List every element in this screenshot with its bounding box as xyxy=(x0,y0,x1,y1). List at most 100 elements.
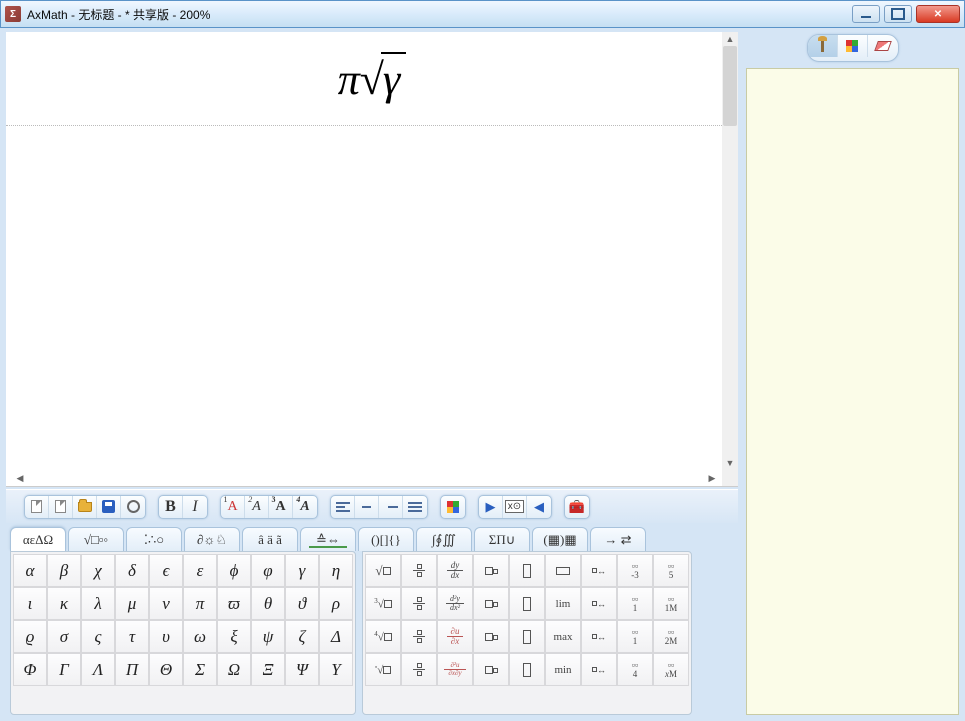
greek-ρ[interactable]: ρ xyxy=(319,587,353,620)
open-button[interactable] xyxy=(73,496,97,518)
next-button[interactable]: ◀ xyxy=(527,496,551,518)
math-template-cell[interactable] xyxy=(401,620,437,653)
greek-Ψ[interactable]: Ψ xyxy=(285,653,319,686)
greek-α[interactable]: α xyxy=(13,554,47,587)
right-color-button[interactable] xyxy=(838,35,868,57)
math-template-cell[interactable]: ↔ xyxy=(581,620,617,653)
align-right-button[interactable] xyxy=(379,496,403,518)
tab-bracket[interactable]: ()[]{} xyxy=(358,527,414,551)
font-style-3-button[interactable]: 3A xyxy=(269,496,293,518)
greek-Φ[interactable]: Φ xyxy=(13,653,47,686)
greek-ξ[interactable]: ξ xyxy=(217,620,251,653)
math-template-cell[interactable] xyxy=(545,554,581,587)
prev-button[interactable]: ▶ xyxy=(479,496,503,518)
math-template-cell[interactable]: ▫▫xM xyxy=(653,653,689,686)
math-template-cell[interactable] xyxy=(401,653,437,686)
math-template-cell[interactable]: ▫▫4 xyxy=(617,653,653,686)
math-template-cell[interactable]: min xyxy=(545,653,581,686)
greek-Γ[interactable]: Γ xyxy=(47,653,81,686)
greek-υ[interactable]: υ xyxy=(149,620,183,653)
tab-accent[interactable]: â ä ã xyxy=(242,527,298,551)
new-doc-button[interactable] xyxy=(25,496,49,518)
math-template-cell[interactable]: ↔ xyxy=(581,653,617,686)
align-center-button[interactable] xyxy=(355,496,379,518)
tab-sum[interactable]: ΣΠ∪ xyxy=(474,527,530,551)
greek-Θ[interactable]: Θ xyxy=(149,653,183,686)
toolbox-button[interactable]: 🧰 xyxy=(565,496,589,518)
close-button[interactable] xyxy=(916,5,960,23)
greek-Υ[interactable]: Υ xyxy=(319,653,353,686)
math-template-cell[interactable]: ▫▫5 xyxy=(653,554,689,587)
greek-λ[interactable]: λ xyxy=(81,587,115,620)
maximize-button[interactable] xyxy=(884,5,912,23)
greek-γ[interactable]: γ xyxy=(285,554,319,587)
math-template-cell[interactable]: ↔ xyxy=(581,587,617,620)
greek-Λ[interactable]: Λ xyxy=(81,653,115,686)
greek-ψ[interactable]: ψ xyxy=(251,620,285,653)
math-template-cell[interactable]: lim xyxy=(545,587,581,620)
math-template-cell[interactable] xyxy=(473,653,509,686)
greek-Π[interactable]: Π xyxy=(115,653,149,686)
greek-ν[interactable]: ν xyxy=(149,587,183,620)
scroll-right-icon[interactable]: ▶ xyxy=(704,470,720,486)
math-template-cell[interactable]: ▫▫-3 xyxy=(617,554,653,587)
greek-χ[interactable]: χ xyxy=(81,554,115,587)
save-button[interactable] xyxy=(97,496,121,518)
greek-ϵ[interactable]: ϵ xyxy=(149,554,183,587)
math-template-cell[interactable] xyxy=(401,587,437,620)
greek-ϑ[interactable]: ϑ xyxy=(285,587,319,620)
font-style-1-button[interactable]: 1A xyxy=(221,496,245,518)
blank-doc-button[interactable] xyxy=(49,496,73,518)
scroll-up-icon[interactable]: ▲ xyxy=(722,32,738,46)
math-template-cell[interactable] xyxy=(509,653,545,686)
tab-radical[interactable]: √□▫◦ xyxy=(68,527,124,551)
greek-ϖ[interactable]: ϖ xyxy=(217,587,251,620)
greek-ι[interactable]: ι xyxy=(13,587,47,620)
greek-ϕ[interactable]: ϕ xyxy=(217,554,251,587)
editor-area[interactable]: π√γ ▲ ▼ ◀ ▶ xyxy=(6,32,738,487)
greek-φ[interactable]: φ xyxy=(251,554,285,587)
greek-π[interactable]: π xyxy=(183,587,217,620)
scroll-down-icon[interactable]: ▼ xyxy=(722,456,738,470)
math-template-cell[interactable] xyxy=(509,554,545,587)
minimize-button[interactable] xyxy=(852,5,880,23)
tab-partial[interactable]: ∂☼♘ xyxy=(184,527,240,551)
math-template-cell[interactable] xyxy=(509,587,545,620)
scroll-thumb[interactable] xyxy=(723,46,737,126)
math-template-cell[interactable]: ↔ xyxy=(581,554,617,587)
greek-μ[interactable]: μ xyxy=(115,587,149,620)
math-template-cell[interactable]: dydx xyxy=(437,554,473,587)
math-template-cell[interactable]: 3√ xyxy=(365,587,401,620)
greek-ε[interactable]: ε xyxy=(183,554,217,587)
greek-Δ[interactable]: Δ xyxy=(319,620,353,653)
greek-δ[interactable]: δ xyxy=(115,554,149,587)
formula-line[interactable]: π√γ xyxy=(6,32,738,126)
math-template-cell[interactable]: ∂u∂x xyxy=(437,620,473,653)
font-style-2-button[interactable]: 2A xyxy=(245,496,269,518)
greek-ς[interactable]: ς xyxy=(81,620,115,653)
greek-ϱ[interactable]: ϱ xyxy=(13,620,47,653)
math-template-cell[interactable]: 4√ xyxy=(365,620,401,653)
greek-κ[interactable]: κ xyxy=(47,587,81,620)
scroll-left-icon[interactable]: ◀ xyxy=(12,470,28,486)
greek-θ[interactable]: θ xyxy=(251,587,285,620)
right-eraser-button[interactable] xyxy=(868,35,898,57)
math-template-cell[interactable]: ▫▫2M xyxy=(653,620,689,653)
math-template-cell[interactable]: ▫√ xyxy=(365,653,401,686)
align-justify-button[interactable] xyxy=(403,496,427,518)
math-template-cell[interactable]: √ xyxy=(365,554,401,587)
greek-σ[interactable]: σ xyxy=(47,620,81,653)
vertical-scrollbar[interactable]: ▲ ▼ xyxy=(722,32,738,470)
greek-τ[interactable]: τ xyxy=(115,620,149,653)
tab-matrix[interactable]: (▦)▦ xyxy=(532,527,588,551)
color-button[interactable] xyxy=(441,496,465,518)
right-brush-button[interactable] xyxy=(808,35,838,57)
math-template-cell[interactable]: d²ydx² xyxy=(437,587,473,620)
math-template-cell[interactable] xyxy=(473,620,509,653)
font-style-4-button[interactable]: 4A xyxy=(293,496,317,518)
greek-η[interactable]: η xyxy=(319,554,353,587)
tab-dots[interactable]: ⁚∴○ xyxy=(126,527,182,551)
box-button[interactable]: x⊙ xyxy=(503,496,527,518)
tab-integral[interactable]: ∫∮∭ xyxy=(416,527,472,551)
tab-arrow[interactable]: → ⇄ xyxy=(590,527,646,551)
